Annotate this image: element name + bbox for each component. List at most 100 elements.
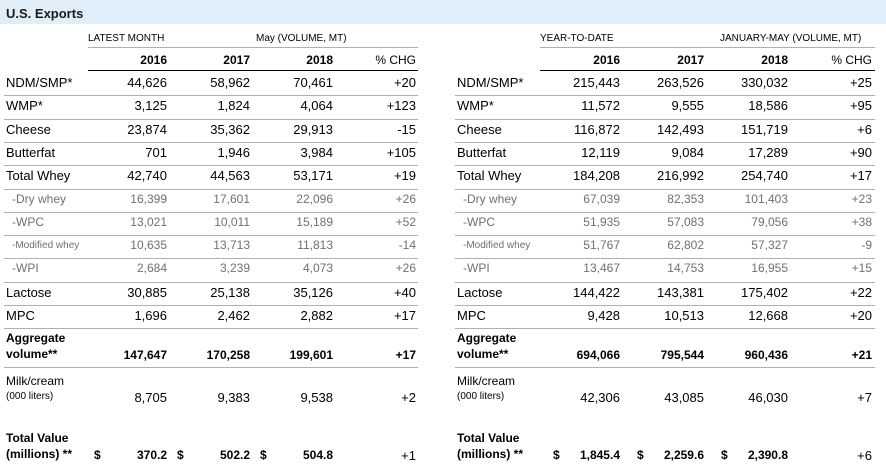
left-row-divider xyxy=(4,95,418,97)
title-bar: U.S. Exports xyxy=(0,0,886,24)
right-row-value: 12,668 xyxy=(748,308,788,323)
right-row-value: +90 xyxy=(849,144,872,160)
left-row-value: 13,713 xyxy=(213,238,250,253)
right-row-value: +23 xyxy=(851,191,872,206)
right-row-value: 9,555 xyxy=(671,98,704,114)
left-row-label: -Dry whey xyxy=(12,191,67,206)
right-year-2: 2018 xyxy=(761,53,788,67)
right-row-label: Lactose xyxy=(457,284,503,300)
left-year-1: 2017 xyxy=(223,53,250,67)
right-row-label: Butterfat xyxy=(457,144,507,160)
left-row-value: +123 xyxy=(386,98,416,114)
left-row-value: 11,813 xyxy=(297,238,333,253)
left-row-value: +26 xyxy=(395,191,416,206)
left-row-value: 25,138 xyxy=(210,284,250,300)
right-row-value: 16,955 xyxy=(751,261,788,276)
left-aggregate-label-1: Aggregate xyxy=(6,331,66,345)
right-row-value: 254,740 xyxy=(741,168,788,184)
right-row-label: WMP* xyxy=(457,98,494,114)
left-milk-label-1: Milk/cream xyxy=(6,374,65,388)
right-row-value: 14,753 xyxy=(667,261,704,276)
left-aggregate-value: +17 xyxy=(395,348,416,362)
left-row-label: Lactose xyxy=(6,284,52,300)
right-chg-header: % CHG xyxy=(831,53,872,67)
left-row-label: NDM/SMP* xyxy=(6,75,73,90)
right-total-value: 2,390.8 xyxy=(747,448,788,462)
left-aggregate-value: 170,258 xyxy=(206,348,250,362)
left-row-label: Cheese xyxy=(6,121,51,137)
left-header-divider xyxy=(88,47,418,48)
right-row-value: 11,572 xyxy=(581,98,620,114)
right-period-header: YEAR-TO-DATE xyxy=(540,33,614,44)
right-row-value: +38 xyxy=(851,214,872,229)
right-milk-value: 43,085 xyxy=(664,390,704,405)
right-aggregate-label-1: Aggregate xyxy=(457,331,517,345)
left-milk-value: 9,538 xyxy=(300,390,333,405)
left-row-divider xyxy=(4,305,418,306)
right-total-value: 2,259.6 xyxy=(663,448,704,462)
right-milk-value: 46,030 xyxy=(748,390,788,405)
right-row-label: -Modified whey xyxy=(463,240,531,252)
left-row-value: 4,064 xyxy=(300,98,333,114)
right-row-divider xyxy=(455,211,875,213)
right-row-label: -Dry whey xyxy=(463,191,518,206)
right-total-value: 1,845.4 xyxy=(579,448,620,462)
right-row-value: 216,992 xyxy=(657,168,704,184)
right-row-value: 10,513 xyxy=(664,308,704,323)
right-total-value-chg: +6 xyxy=(857,448,872,463)
left-row-value: 16,399 xyxy=(130,191,167,206)
left-year-0: 2016 xyxy=(140,53,167,67)
left-column-header-divider xyxy=(88,70,418,71)
right-aggregate-value: +21 xyxy=(851,348,872,362)
right-row-value: +17 xyxy=(849,168,872,184)
left-row-value: 3,239 xyxy=(219,261,250,276)
right-row-value: 142,493 xyxy=(657,121,704,137)
left-row-label: -WPI xyxy=(12,261,39,276)
left-year-2: 2018 xyxy=(306,53,333,67)
right-milk-value: +7 xyxy=(857,390,872,405)
left-row-divider xyxy=(4,235,418,237)
right-row-value: -9 xyxy=(861,238,872,253)
left-row-divider xyxy=(4,328,418,330)
right-row-divider xyxy=(455,188,875,190)
left-milk-value: 9,383 xyxy=(217,390,250,405)
left-period-header: LATEST MONTH xyxy=(88,33,165,44)
right-row-value: +22 xyxy=(849,284,872,300)
left-row-value: +105 xyxy=(386,144,416,160)
right-aggregate-value: 795,544 xyxy=(660,348,704,362)
right-aggregate-value: 694,066 xyxy=(576,348,620,362)
right-row-divider xyxy=(455,235,875,237)
left-row-value: 2,882 xyxy=(300,308,333,323)
left-aggregate-label-2: volume** xyxy=(6,347,58,361)
right-row-value: 144,422 xyxy=(573,284,620,300)
left-row-value: 35,126 xyxy=(293,284,333,300)
right-row-value: 13,467 xyxy=(583,261,620,276)
left-row-value: 13,021 xyxy=(130,214,167,229)
right-row-divider xyxy=(455,281,875,283)
left-total-value: 504.8 xyxy=(302,448,333,462)
left-row-value: -15 xyxy=(397,121,416,137)
left-row-label: Total Whey xyxy=(6,168,71,184)
right-row-divider xyxy=(455,141,875,143)
left-row-label: -Modified whey xyxy=(12,240,80,252)
right-row-value: +15 xyxy=(851,261,872,276)
left-row-value: 701 xyxy=(145,144,167,160)
right-row-value: 143,381 xyxy=(657,284,704,300)
left-aggregate-value: 199,601 xyxy=(289,348,333,362)
right-milk-label-1: Milk/cream xyxy=(457,374,516,388)
left-row-divider xyxy=(4,281,418,283)
left-row-value: +40 xyxy=(393,284,416,300)
right-row-value: 51,767 xyxy=(583,238,620,253)
left-row-value: +26 xyxy=(395,261,416,276)
right-header-divider xyxy=(540,47,875,48)
page-title: U.S. Exports xyxy=(6,6,84,21)
right-row-value: 62,802 xyxy=(667,238,704,253)
left-row-value: 3,984 xyxy=(300,144,333,160)
right-total-value-label-1: Total Value xyxy=(457,431,520,445)
left-row-value: 30,885 xyxy=(127,284,167,300)
left-row-value: 4,073 xyxy=(302,261,333,276)
right-row-value: 57,327 xyxy=(751,238,788,253)
right-row-value: 17,289 xyxy=(748,144,788,160)
right-row-value: 263,526 xyxy=(657,75,704,90)
right-total-value-label-2: (millions) ** xyxy=(457,447,524,461)
